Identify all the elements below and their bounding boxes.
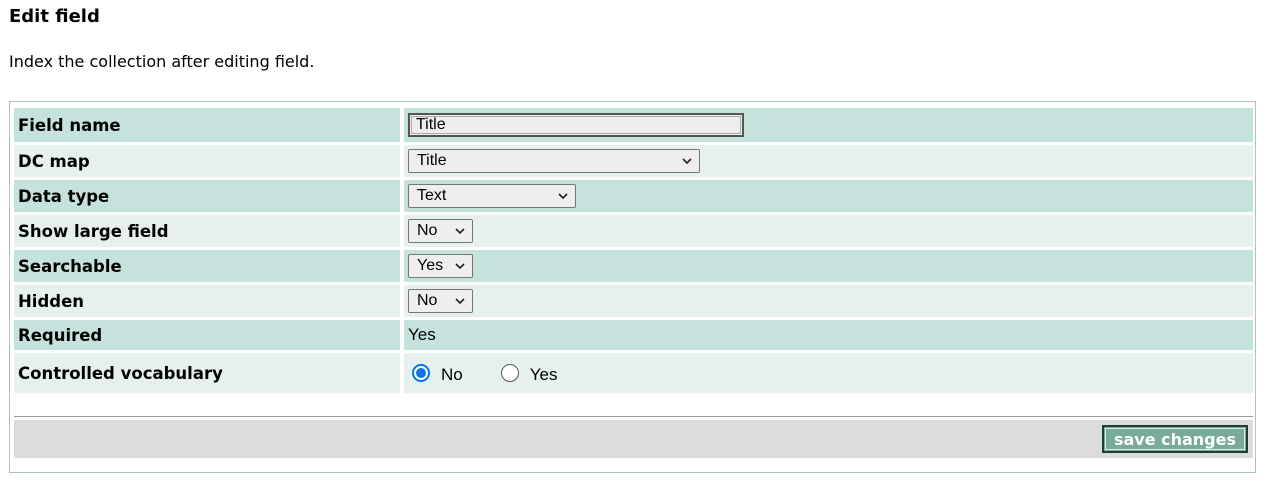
controlled-vocabulary-yes-label[interactable]: Yes [530, 365, 558, 385]
field-name-value: Title [416, 116, 446, 133]
form-footer: save changes [14, 420, 1253, 458]
chevron-down-icon [455, 228, 465, 235]
row-dc-map: DC map Title [14, 145, 1253, 177]
show-large-field-select[interactable]: No [408, 219, 473, 243]
dc-map-select[interactable]: Title [408, 149, 700, 173]
hidden-value: No [417, 292, 438, 309]
controlled-vocabulary-yes-radio[interactable] [500, 364, 519, 382]
dc-map-value: Title [417, 152, 447, 169]
show-large-field-label: Show large field [14, 215, 400, 247]
controlled-vocabulary-no-radio[interactable] [412, 364, 430, 382]
save-changes-button[interactable]: save changes [1101, 425, 1248, 453]
page-title: Edit field [9, 6, 100, 27]
searchable-select[interactable]: Yes [408, 254, 473, 278]
row-hidden: Hidden No [14, 285, 1253, 317]
row-data-type: Data type Text [14, 180, 1253, 212]
dc-map-label: DC map [14, 145, 400, 177]
controlled-vocabulary-radio-group: No Yes [408, 353, 1253, 393]
field-name-input[interactable]: Title [408, 113, 744, 137]
searchable-label: Searchable [14, 250, 400, 282]
row-searchable: Searchable Yes [14, 250, 1253, 282]
data-type-value: Text [417, 187, 447, 204]
field-properties-table: Field name Title DC map Title Data type [14, 105, 1253, 396]
controlled-vocabulary-label: Controlled vocabulary [14, 353, 400, 393]
required-value: Yes [404, 320, 1253, 350]
edit-field-form: Field name Title DC map Title Data type [9, 101, 1256, 473]
searchable-value: Yes [417, 257, 444, 274]
required-label: Required [14, 320, 400, 350]
intro-text: Index the collection after editing field… [9, 52, 315, 71]
hidden-label: Hidden [14, 285, 400, 317]
data-type-label: Data type [14, 180, 400, 212]
chevron-down-icon [682, 158, 692, 165]
controlled-vocabulary-no-label[interactable]: No [441, 365, 463, 385]
row-controlled-vocabulary: Controlled vocabulary No Yes [14, 353, 1253, 393]
chevron-down-icon [558, 193, 568, 200]
show-large-field-value: No [417, 222, 438, 239]
chevron-down-icon [455, 298, 465, 305]
footer-divider [14, 416, 1253, 417]
chevron-down-icon [455, 263, 465, 270]
row-show-large-field: Show large field No [14, 215, 1253, 247]
field-name-label: Field name [14, 108, 400, 142]
row-field-name: Field name Title [14, 108, 1253, 142]
row-required: Required Yes [14, 320, 1253, 350]
hidden-select[interactable]: No [408, 289, 473, 313]
data-type-select[interactable]: Text [408, 184, 576, 208]
